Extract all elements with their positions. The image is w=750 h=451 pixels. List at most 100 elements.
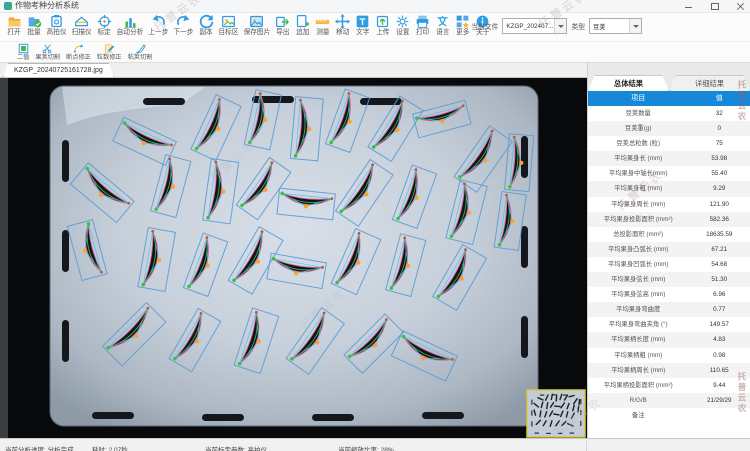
statusbar-divider [586,441,587,451]
result-item-value: 582.36 [688,212,750,227]
result-item-value: 55.40 [688,166,750,181]
column-header-item: 项目 [588,91,688,106]
image-column: KZGP_20240725161728.jpg [0,63,587,438]
toolbar-button-batch[interactable]: 批量 [24,14,44,37]
toolbar-button-measure[interactable]: 测量 [313,14,333,37]
chevron-down-icon [629,19,641,33]
result-row: 平均果身凸弧长 (mm)67.21 [588,242,750,257]
target-area-icon [221,14,236,29]
result-item-label: 平均果身弯曲夹角 (°) [588,317,688,332]
type-dropdown[interactable]: 豆荚 [589,18,642,34]
toolbar-button-export[interactable]: 导出 [273,14,293,37]
pod-cut-icon [42,43,53,54]
toolbar-button-more[interactable]: 更多 [453,14,473,37]
current-file-dropdown[interactable]: KZGP_202407... [502,18,567,34]
toolbar-button-move[interactable]: 移动 [333,14,353,37]
toolbar-button-text[interactable]: 文字 [353,14,373,37]
inset-slot [546,433,551,434]
result-row: 平均果身弯曲度0.77 [588,302,750,317]
toolbar-button-prev-step[interactable]: 上一步 [146,14,171,37]
result-item-label: 豆荚数量 [588,106,688,121]
inset-thumbnail[interactable] [527,390,585,437]
inset-pod-mark [547,403,548,409]
grain-fix-icon [104,43,115,54]
result-row: 平均果柄长度 (mm)4.83 [588,332,750,347]
result-row: 豆荚总粒数 (粒)75 [588,136,750,151]
toolbar-button-next-step[interactable]: 下一步 [171,14,196,37]
tab-detailed-results[interactable]: 详细结果 [669,75,750,91]
result-item-label: 平均果身粗 (mm) [588,181,688,196]
duplicate-icon [199,14,214,29]
toolbar-button-calibrate[interactable]: 标定 [94,14,114,37]
status-zoom-ratio: 当前缩放比率: 28% [338,444,394,451]
close-icon[interactable] [736,1,746,11]
toolbar-button-duplicate[interactable]: 副本 [196,14,216,37]
result-item-value: 67.21 [688,242,750,257]
chevron-down-icon [554,19,566,33]
result-row: 豆荚重(g)0 [588,121,750,136]
type-label: 类型 [571,21,585,31]
result-row: 平均果身弯曲夹角 (°)149.57 [588,317,750,332]
language-icon [435,14,450,29]
status-elapsed: 耗时: 2.07秒 [92,444,128,451]
result-item-label: 平均果身凹弧长 (mm) [588,257,688,272]
inset-pod-mark [555,406,560,407]
tab-overall-results[interactable]: 总体结果 [588,75,669,91]
registration-slot [521,316,528,358]
toolbar-button-stick-cut[interactable]: 粘荚切割 [125,43,156,61]
toolbar-button-target-area[interactable]: 目标区 [216,14,241,37]
registration-slot [143,98,185,105]
toolbar-button-binary[interactable]: 二值 [14,43,32,61]
status-progress: 当前分析进度: 分析完成 [5,444,74,451]
open-icon [7,14,22,29]
toolbar-secondary-items: 二值果荚切割断点修正粒数修正粘荚切割 [14,43,155,61]
toolbar-button-save-image[interactable]: 保存图片 [241,14,273,37]
export-icon [275,14,290,29]
toolbar-button-append[interactable]: 追加 [293,14,313,37]
inset-pod-mark [540,411,541,417]
result-item-label: 豆荚总粒数 (粒) [588,136,688,151]
toolbar-button-auto-analyze[interactable]: 自动分析 [114,14,146,37]
result-row: 平均果身弦高 (mm)6.96 [588,287,750,302]
toolbar-button-breakpoint-fix[interactable]: 断点修正 [63,43,94,61]
result-item-value: 149.57 [688,317,750,332]
result-item-value: 32 [688,106,750,121]
results-table-body: 豆荚数量32豆荚重(g)0豆荚总粒数 (粒)75平均果身长 (mm)53.98平… [588,106,750,438]
toolbar-file-selectors: 当前文件 KZGP_202407... 类型 豆荚 [471,18,642,34]
toolbar-button-doc-camera[interactable]: 高拍仪 [44,14,69,37]
type-value: 豆荚 [593,22,606,31]
result-row: 平均果身中轴长(mm)55.40 [588,166,750,181]
result-item-label: 平均果身凸弧长 (mm) [588,242,688,257]
result-item-value: 21/29/29 [688,393,750,408]
inset-slot [531,421,532,426]
minimize-icon[interactable] [684,1,694,11]
toolbar-button-open[interactable]: 打开 [4,14,24,37]
toolbar-button-pod-cut[interactable]: 果荚切割 [32,43,63,61]
image-viewer[interactable] [0,78,587,439]
toolbar-button-scanner[interactable]: 扫描仪 [69,14,94,37]
result-item-value: 6.96 [688,287,750,302]
result-item-value: 121.90 [688,197,750,212]
registration-slot [521,136,528,178]
inset-slot [531,411,532,416]
inset-slot [580,399,581,404]
maximize-icon[interactable] [710,1,720,11]
analysis-canvas[interactable] [0,78,587,439]
toolbar-button-upload[interactable]: 上传 [373,14,393,37]
toolbar-button-grain-fix[interactable]: 粒数修正 [94,43,125,61]
toolbar-button-print[interactable]: 打印 [413,14,433,37]
toolbar-button-settings[interactable]: 设置 [393,14,413,37]
result-row: 平均果身周长 (mm)121.90 [588,197,750,212]
secondary-toolbar: 二值果荚切割断点修正粒数修正粘荚切割 [0,42,750,63]
registration-slot [62,320,69,362]
result-item-value: 18635.59 [688,227,750,242]
inset-slot [535,433,540,434]
result-item-label: 平均果身中轴长(mm) [588,166,688,181]
inset-pod-mark [554,414,559,415]
toolbar-button-language[interactable]: 语言 [433,14,453,37]
status-calibration: 当前标定参数: 高拍仪 [205,444,267,451]
window-title: 作物考种分析系统 [15,0,79,12]
current-file-value: KZGP_202407... [506,23,553,30]
tab-image-file[interactable]: KZGP_20240725161728.jpg [3,63,114,77]
column-header-value: 值 [688,91,750,106]
